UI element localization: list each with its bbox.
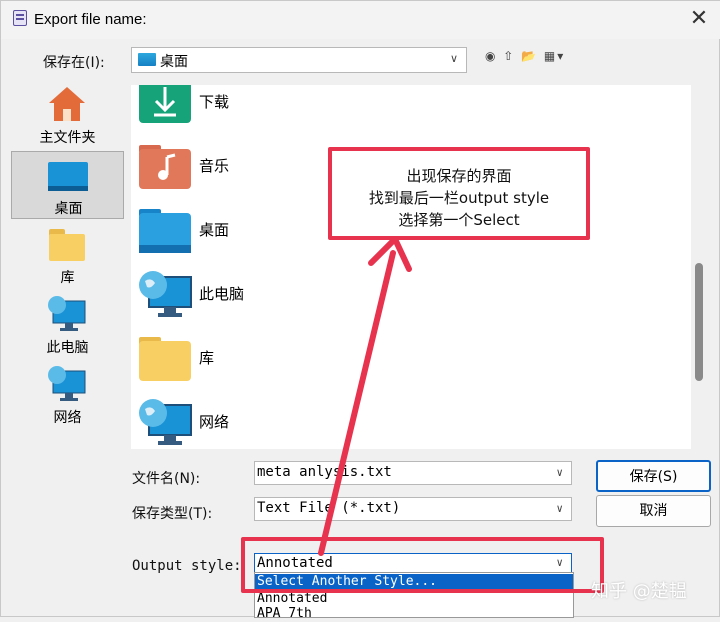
export-dialog: Export file name: ✕ 保存在(I): 桌面 ∨ ◉ ⇧ 📂 ▦…: [0, 0, 720, 621]
callout-line: 找到最后一栏output style: [368, 189, 550, 207]
callout-line: 选择第一个Select: [398, 211, 520, 229]
annotation-callout: 出现保存的界面 找到最后一栏output style 选择第一个Select: [328, 147, 590, 240]
callout-line: 出现保存的界面: [406, 167, 512, 185]
annotation-highlight-box: [241, 537, 604, 593]
watermark: 知乎 @楚韫: [591, 581, 687, 602]
annotation-arrow: [318, 236, 412, 556]
